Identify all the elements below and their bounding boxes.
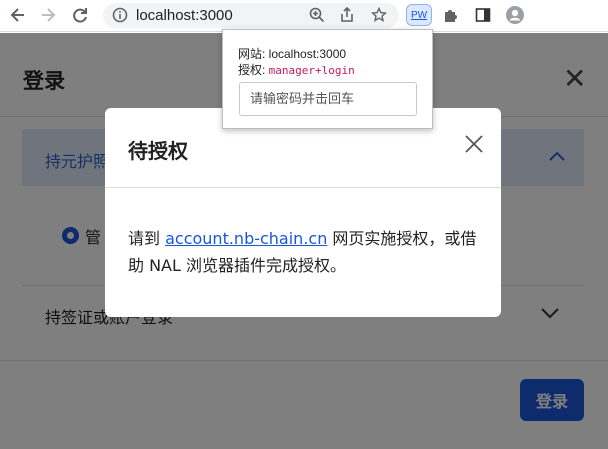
account-link[interactable]: account.nb-chain.cn <box>165 229 327 248</box>
profile-avatar-icon[interactable] <box>504 4 526 26</box>
extensions-puzzle-icon[interactable] <box>440 4 462 26</box>
share-icon[interactable] <box>336 4 358 26</box>
popup-auth-value: manager+login <box>268 64 355 77</box>
modal-message: 请到 account.nb-chain.cn 网页实施授权，或借助 NAL 浏览… <box>128 225 488 279</box>
popup-auth-label: 授权: <box>238 63 269 77</box>
popup-site-label: 网站: <box>238 47 269 61</box>
bookmark-star-icon[interactable] <box>368 4 390 26</box>
modal-close-icon[interactable] <box>464 134 484 154</box>
modal-message-prefix: 请到 <box>128 229 166 248</box>
authorization-modal: 待授权 请到 account.nb-chain.cn 网页实施授权，或借助 NA… <box>105 108 501 317</box>
pw-extension-icon[interactable]: PW <box>406 4 432 26</box>
address-bar[interactable]: localhost:3000 <box>103 3 399 28</box>
back-icon[interactable] <box>7 4 29 26</box>
site-info-icon[interactable] <box>109 4 131 26</box>
zoom-icon[interactable] <box>306 4 328 26</box>
modal-title: 待授权 <box>128 139 188 163</box>
password-input[interactable] <box>239 82 417 116</box>
reload-icon[interactable] <box>69 4 91 26</box>
side-panel-icon[interactable] <box>472 4 494 26</box>
popup-site-value: localhost:3000 <box>268 47 347 61</box>
popup-site-row: 网站: localhost:3000 <box>238 45 346 62</box>
url-text: localhost:3000 <box>136 7 233 24</box>
pw-extension-popup: 网站: localhost:3000 授权: manager+login <box>222 29 433 129</box>
popup-auth-row: 授权: manager+login <box>238 61 355 78</box>
forward-icon[interactable] <box>37 4 59 26</box>
modal-divider <box>105 187 501 188</box>
browser-toolbar: localhost:3000 PW <box>0 0 608 32</box>
